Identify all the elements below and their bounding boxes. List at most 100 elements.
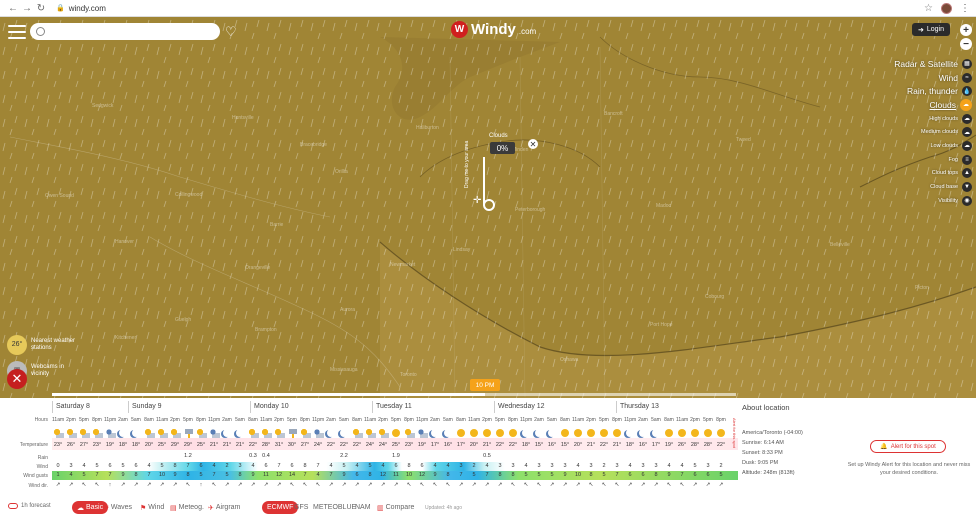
wind-cell: 0 <box>56 463 60 469</box>
layer-icon: 💧 <box>962 86 972 97</box>
tab-basic[interactable]: ☁ Basic <box>72 501 109 514</box>
map-label: Mississauga <box>330 367 358 373</box>
time-indicator[interactable]: 10 PM <box>470 379 500 391</box>
layer-item[interactable]: Radar & Satellite ▦ <box>852 57 972 71</box>
tab-waves[interactable]: ≈ Waves <box>105 501 132 514</box>
wind-dir-icon: ↖ <box>406 482 412 488</box>
gust-cell: 8 <box>589 472 593 478</box>
temp-cell: 26° <box>677 442 687 448</box>
bookmark-star-icon[interactable]: ☆ <box>924 3 933 14</box>
wind-cell: 3 <box>550 463 554 469</box>
layer-label: High clouds <box>929 115 958 122</box>
wind-cell: 6 <box>108 463 112 469</box>
temp-cell: 21° <box>612 442 622 448</box>
day-header[interactable]: Tuesday 11 <box>372 401 412 413</box>
model-ecmwf[interactable]: ECMWF <box>262 501 299 514</box>
login-button[interactable]: ➜ Login <box>912 23 950 36</box>
layer-item[interactable]: High clouds ☁ <box>852 112 972 126</box>
menu-icon[interactable] <box>8 25 26 39</box>
layer-item[interactable]: Cloud base ▼ <box>852 180 972 194</box>
sun-weather-icon <box>612 429 621 437</box>
layer-item[interactable]: Wind ≈ <box>852 71 972 85</box>
forward-icon[interactable]: → <box>20 3 34 14</box>
one-hour-toggle[interactable]: 1h forecast <box>8 503 51 509</box>
temp-cell: 23° <box>53 442 63 448</box>
gust-cell: 12 <box>379 472 387 478</box>
temp-cell: 19° <box>105 442 115 448</box>
alert-side-link[interactable]: Alert for this spot <box>731 418 737 448</box>
hour-cell: 2am <box>638 417 648 423</box>
sun-weather-icon <box>599 429 608 437</box>
sc-weather-icon <box>66 429 77 438</box>
map-label: Port Hope <box>650 322 673 328</box>
layer-item[interactable]: Medium clouds ☁ <box>852 125 972 139</box>
picker-close-icon[interactable]: ✕ <box>528 139 538 149</box>
layer-item[interactable]: Cloud tops ▲ <box>852 167 972 181</box>
map-label: Belleville <box>830 242 850 248</box>
wind-dir-icon: ↗ <box>458 482 464 488</box>
location-panel: About location America/Toronto (-04:00) … <box>742 403 972 476</box>
layer-item[interactable]: Clouds ☁ <box>852 98 972 112</box>
map[interactable]: Sedgwick Huntsville Bracebridge Haliburt… <box>0 17 976 398</box>
layer-label: Rain, thunder <box>906 86 958 97</box>
map-label: Kitchener <box>115 335 137 341</box>
profile-avatar[interactable] <box>941 2 952 14</box>
gust-cell: 8 <box>186 472 190 478</box>
timeline-bar[interactable] <box>52 393 736 396</box>
zoom-in-button[interactable]: + <box>960 24 972 36</box>
model-gfs[interactable]: GFS <box>294 501 308 514</box>
day-header[interactable]: Wednesday 12 <box>494 401 545 413</box>
search-input[interactable] <box>30 23 220 40</box>
sun-weather-icon <box>716 429 725 437</box>
picker-handle[interactable] <box>483 199 495 211</box>
tab-wind[interactable]: ⚑ Wind <box>140 501 164 514</box>
gust-cell: 7 <box>108 472 112 478</box>
day-header[interactable]: Sunday 9 <box>128 401 162 413</box>
reload-icon[interactable]: ↻ <box>34 3 48 14</box>
layer-label: Low clouds <box>930 142 958 149</box>
wind-dir-icon: ↗ <box>159 482 165 488</box>
wind-dir-icon: ↗ <box>575 482 581 488</box>
wind-cell: 2 <box>602 463 606 469</box>
windy-logo[interactable]: W Windy .com <box>451 21 536 38</box>
model-compare[interactable]: ▥ Compare <box>377 501 414 514</box>
wind-dir-icon: ↖ <box>445 482 451 488</box>
address-bar[interactable]: 🔒 windy.com <box>56 4 106 13</box>
wind-cell: 4 <box>147 463 151 469</box>
gust-cell: 7 <box>329 472 333 478</box>
day-header[interactable]: Saturday 8 <box>52 401 90 413</box>
sun-weather-icon <box>482 429 491 437</box>
wind-cell: 3 <box>641 463 645 469</box>
hour-cell: 8pm <box>716 417 726 423</box>
zoom-out-button[interactable]: − <box>960 38 972 50</box>
day-header[interactable]: Monday 10 <box>250 401 289 413</box>
back-icon[interactable]: ← <box>6 3 20 14</box>
day-header[interactable]: Thursday 13 <box>616 401 659 413</box>
model-meteoblue[interactable]: METEOBLUE <box>313 501 356 514</box>
moon-weather-icon <box>444 429 452 437</box>
hour-cell: 2pm <box>690 417 700 423</box>
picker-drag-hint: Drag me to your area <box>464 140 470 188</box>
nearest-weather-stations[interactable]: 26° Nearest weather stations <box>7 335 75 355</box>
layer-item[interactable]: Fog ≡ <box>852 153 972 167</box>
gust-cell: 5 <box>82 472 86 478</box>
model-nam[interactable]: NAM <box>355 501 371 514</box>
tab-meteog[interactable]: ▤ Meteog. <box>170 501 204 514</box>
layer-item[interactable]: Visibility ◉ <box>852 194 972 208</box>
layer-item[interactable]: Rain, thunder 💧 <box>852 84 972 98</box>
wind-dir-icon: ↗ <box>133 482 139 488</box>
tab-airgram[interactable]: ✈ Airgram <box>208 501 240 514</box>
layer-item[interactable]: Low clouds ☁ <box>852 139 972 153</box>
wind-dir-icon: ↖ <box>289 482 295 488</box>
temp-cell: 18° <box>131 442 141 448</box>
browser-menu-icon[interactable]: ⋮ <box>960 3 970 14</box>
close-forecast-button[interactable]: ✕ <box>7 369 27 389</box>
sun-weather-icon <box>469 429 478 437</box>
temp-cell: 22° <box>508 442 518 448</box>
wind-dir-icon: ↖ <box>211 482 217 488</box>
move-cross-icon[interactable]: ✛ <box>473 195 481 206</box>
favorites-heart-icon[interactable]: ♡ <box>225 24 237 40</box>
alert-for-spot-button[interactable]: 🔔 Alert for this spot <box>870 440 946 453</box>
wind-dir-icon: ↖ <box>536 482 542 488</box>
hour-cell: 8pm <box>196 417 206 423</box>
